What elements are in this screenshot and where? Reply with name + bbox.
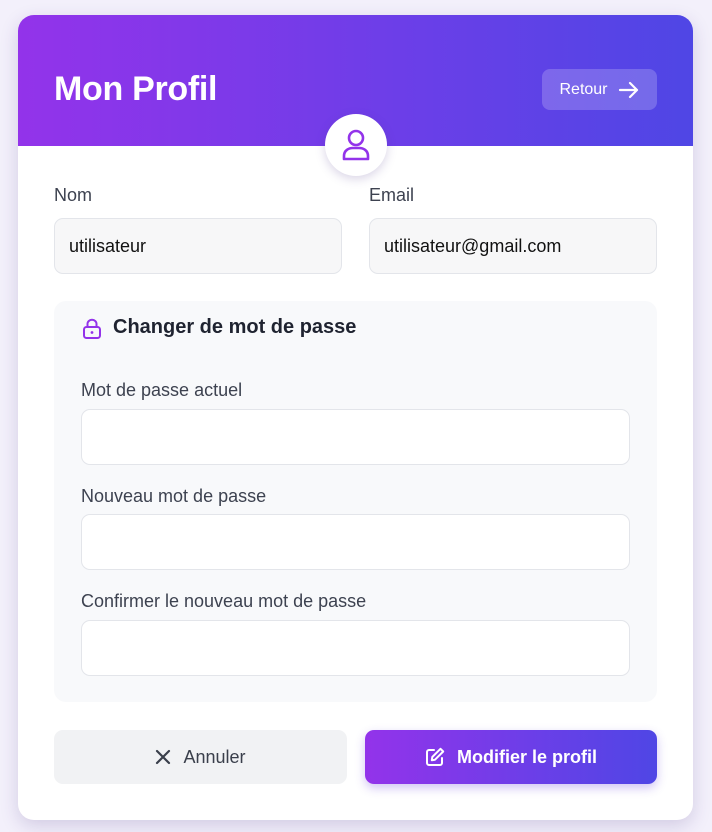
page-title: Mon Profil — [54, 70, 218, 108]
new-password-label: Nouveau mot de passe — [81, 486, 267, 506]
confirm-password-label: Confirmer le nouveau mot de passe — [81, 591, 367, 611]
edit-profile-button[interactable]: Modifier le profil — [365, 730, 657, 784]
back-button-label: Retour — [559, 80, 608, 98]
confirm-password-input[interactable] — [81, 620, 630, 676]
password-section: Changer de mot de passe Mot de passe act… — [54, 301, 657, 702]
back-button[interactable]: Retour — [542, 69, 657, 110]
avatar — [325, 114, 387, 176]
password-section-title: Changer de mot de passe — [113, 316, 357, 338]
user-icon — [342, 129, 370, 161]
name-input[interactable] — [54, 218, 342, 274]
close-icon — [156, 749, 171, 765]
email-label: Email — [369, 185, 415, 205]
email-input[interactable] — [369, 218, 657, 274]
new-password-input[interactable] — [81, 514, 630, 570]
edit-profile-button-label: Modifier le profil — [456, 746, 597, 767]
edit-icon — [425, 747, 445, 766]
current-password-label: Mot de passe actuel — [81, 380, 243, 400]
cancel-button[interactable]: Annuler — [54, 730, 347, 784]
cancel-button-label: Annuler — [183, 746, 246, 767]
current-password-input[interactable] — [81, 409, 630, 465]
name-label: Nom — [54, 185, 93, 205]
lock-icon — [83, 318, 101, 339]
profile-card: Mon Profil Retour Nom Email Changer de m… — [18, 15, 693, 820]
arrow-right-icon — [618, 81, 638, 98]
